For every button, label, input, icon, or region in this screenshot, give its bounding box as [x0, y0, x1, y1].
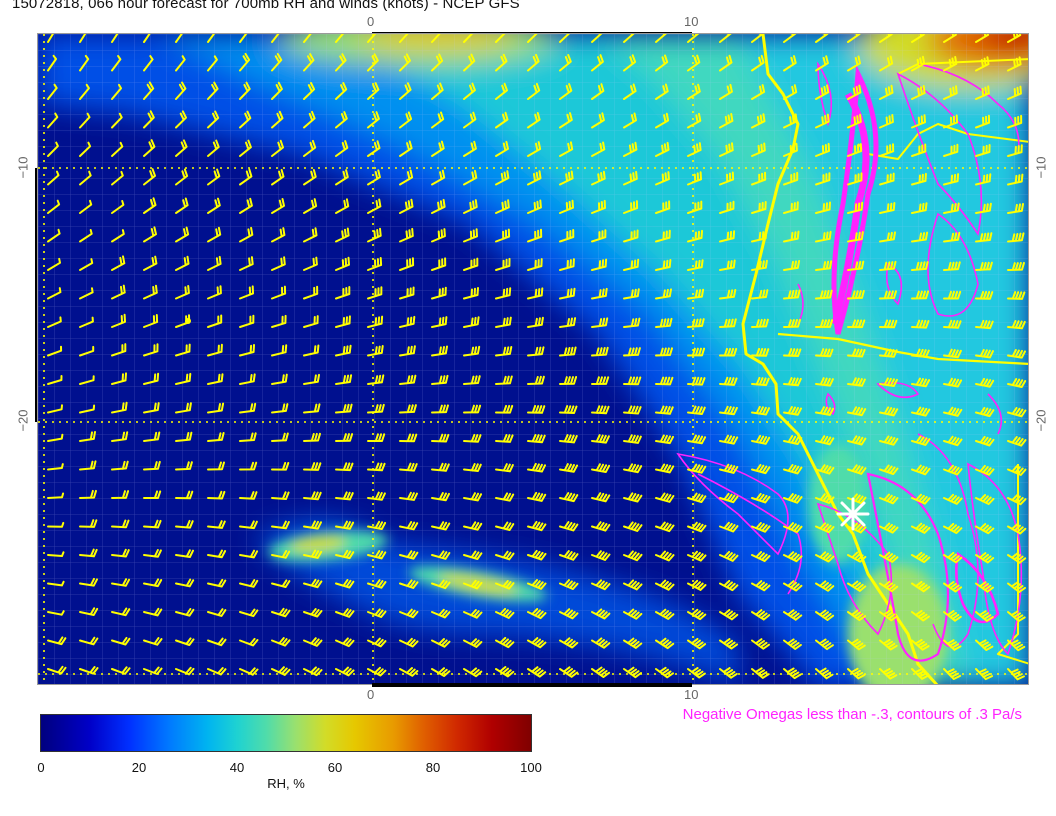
map-panel: [37, 33, 1029, 685]
colorbar-label: RH, %: [267, 776, 305, 791]
calm-wind-dot: [185, 318, 191, 324]
omega-legend-note: Negative Omegas less than -.3, contours …: [682, 706, 1022, 723]
colorbar-tick-40: 40: [229, 760, 245, 775]
left-tick-minus20: −20: [15, 409, 31, 432]
bottom-axis-bar: [372, 683, 692, 687]
colorbar-tick-100: 100: [520, 760, 542, 775]
top-tick-10: 10: [684, 14, 699, 29]
right-tick-minus20: −20: [1033, 409, 1049, 432]
colorbar-tick-20: 20: [131, 760, 147, 775]
map-gridlines: [38, 34, 1028, 684]
top-tick-0: 0: [367, 14, 375, 29]
white-star-icon: [836, 497, 870, 531]
colorbar-tick-80: 80: [425, 760, 441, 775]
rh-colorbar: [40, 714, 532, 752]
colorbar-tick-60: 60: [327, 760, 343, 775]
page-title: 15072818, 066 hour forecast for 700mb RH…: [12, 0, 520, 12]
bottom-tick-0: 0: [367, 687, 375, 702]
rh-wind-map: [38, 34, 1028, 684]
colorbar-tick-0: 0: [37, 760, 45, 775]
bottom-tick-10: 10: [684, 687, 699, 702]
left-tick-minus10: −10: [15, 156, 31, 179]
right-tick-minus10: −10: [1033, 156, 1049, 179]
